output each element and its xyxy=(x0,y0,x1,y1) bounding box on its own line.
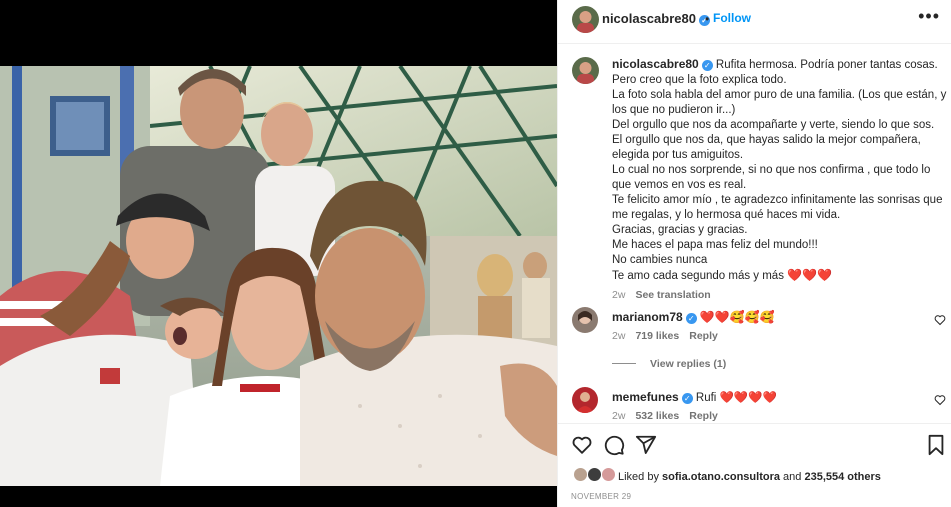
likes-mid: and xyxy=(780,471,805,483)
caption-line-12: Me haces el papa mas feliz del mundo!!! xyxy=(612,239,818,251)
view-replies-label[interactable]: View replies (1) xyxy=(650,358,726,370)
comment-body: marianom78 ✓ ❤️❤️🥰🥰🥰 xyxy=(612,310,775,324)
see-translation-link[interactable]: See translation xyxy=(635,289,710,301)
comment-username[interactable]: marianom78 xyxy=(612,310,683,324)
comment-username[interactable]: memefunes xyxy=(612,390,679,404)
liker-avatar[interactable] xyxy=(573,467,588,482)
caption-line-11: Gracias, gracias y gracias. xyxy=(612,224,748,236)
caption-meta: 2w See translation xyxy=(612,288,942,303)
avatar[interactable] xyxy=(572,6,599,33)
liker-avatar[interactable] xyxy=(587,467,602,482)
caption-line-7: Lo cual no nos sorprende, si no que nos … xyxy=(612,164,931,176)
follow-button[interactable]: Follow xyxy=(713,11,751,25)
comment-body: memefunes ✓ Rufi ❤️❤️❤️❤️ xyxy=(612,390,777,404)
caption-line-2: La foto sola habla del amor puro de una … xyxy=(612,89,947,101)
comment-text: Rufi ❤️❤️❤️❤️ xyxy=(695,392,777,404)
comment-likes[interactable]: 719 likes xyxy=(635,330,679,342)
caption-line-3: los que no pudieron ir...) xyxy=(612,104,736,116)
username-text[interactable]: nicolascabre80 xyxy=(602,11,696,26)
reply-button[interactable]: Reply xyxy=(689,330,718,342)
likes-count[interactable]: 235,554 others xyxy=(804,471,880,483)
header-username[interactable]: nicolascabre80 ✓ xyxy=(602,11,710,26)
post-photo[interactable] xyxy=(0,66,557,486)
comment-icon[interactable] xyxy=(603,434,625,461)
caption-line-9: Te felicito amor mío , te agradezco infi… xyxy=(612,194,943,206)
comment-avatar[interactable] xyxy=(572,387,598,413)
share-icon[interactable] xyxy=(635,434,657,461)
comment-heart-icon[interactable] xyxy=(934,314,946,329)
caption-line-14: Te amo cada segundo más y más ❤️❤️❤️ xyxy=(612,268,942,284)
family-selfie-image xyxy=(0,66,557,486)
comment-heart-icon[interactable] xyxy=(934,394,946,409)
comment-text: ❤️❤️🥰🥰🥰 xyxy=(699,310,775,324)
more-icon[interactable]: ••• xyxy=(918,6,940,27)
reply-button[interactable]: Reply xyxy=(689,410,718,422)
caption-line-13: No cambies nunca xyxy=(612,254,708,266)
comment-time[interactable]: 2w xyxy=(612,410,625,422)
separator-dot: • xyxy=(705,12,710,26)
post-date[interactable]: NOVEMBER 29 xyxy=(571,492,631,501)
post-actions: Liked by sofia.otano.consultora and 235,… xyxy=(558,423,951,507)
caption-hearts: ❤️❤️❤️ xyxy=(787,268,832,282)
caption-username[interactable]: nicolascabre80 xyxy=(612,57,699,71)
caption-line-10: me regalas, y lo hermosa qué haces mi vi… xyxy=(612,209,841,221)
caption-line-4: Del orgullo que nos da acompañarte y ver… xyxy=(612,119,935,131)
caption: nicolascabre80 ✓ Rufita hermosa. Podría p… xyxy=(612,57,947,303)
comment-meta: 2w 532 likes Reply xyxy=(612,410,718,422)
post-sidebar: nicolascabre80 ✓ • Follow ••• nicolascabr… xyxy=(557,0,951,507)
caption-text-14: Te amo cada segundo más y más xyxy=(612,270,784,282)
post-media xyxy=(0,0,557,507)
comment-time[interactable]: 2w xyxy=(612,330,625,342)
caption-line-1: Pero creo que la foto explica todo. xyxy=(612,74,787,86)
likes-prefix: Liked by xyxy=(618,471,663,483)
view-replies-button[interactable]: View replies (1) xyxy=(612,358,726,370)
likes-summary: Liked by sofia.otano.consultora and 235,… xyxy=(618,471,881,483)
verified-icon: ✓ xyxy=(701,60,713,71)
caption-line-8: que vemos en vos es real. xyxy=(612,179,747,191)
liker-avatar[interactable] xyxy=(601,467,616,482)
caption-text-0: Rufita hermosa. Podría poner tantas cosa… xyxy=(715,59,938,71)
caption-line-5: El orgullo que nos da, que hayas salido … xyxy=(612,134,921,146)
liked-by-user[interactable]: sofia.otano.consultora xyxy=(662,471,780,483)
caption-time[interactable]: 2w xyxy=(612,289,625,301)
comments-area[interactable]: nicolascabre80 ✓ Rufita hermosa. Podría p… xyxy=(558,45,951,423)
caption-line-6: elegida por tus amiguitos. xyxy=(612,149,744,161)
caption-line-0: nicolascabre80 ✓ Rufita hermosa. Podría p… xyxy=(612,57,942,73)
verified-icon: ✓ xyxy=(681,393,693,404)
caption-avatar[interactable] xyxy=(572,57,599,84)
comment-avatar[interactable] xyxy=(572,307,598,333)
replies-divider xyxy=(612,363,636,364)
verified-icon: ✓ xyxy=(685,313,697,324)
post-header: nicolascabre80 ✓ • Follow ••• xyxy=(558,0,951,44)
heart-icon[interactable] xyxy=(571,434,593,461)
comment-meta: 2w 719 likes Reply xyxy=(612,330,718,342)
bookmark-icon[interactable] xyxy=(926,434,946,461)
comment-likes[interactable]: 532 likes xyxy=(635,410,679,422)
